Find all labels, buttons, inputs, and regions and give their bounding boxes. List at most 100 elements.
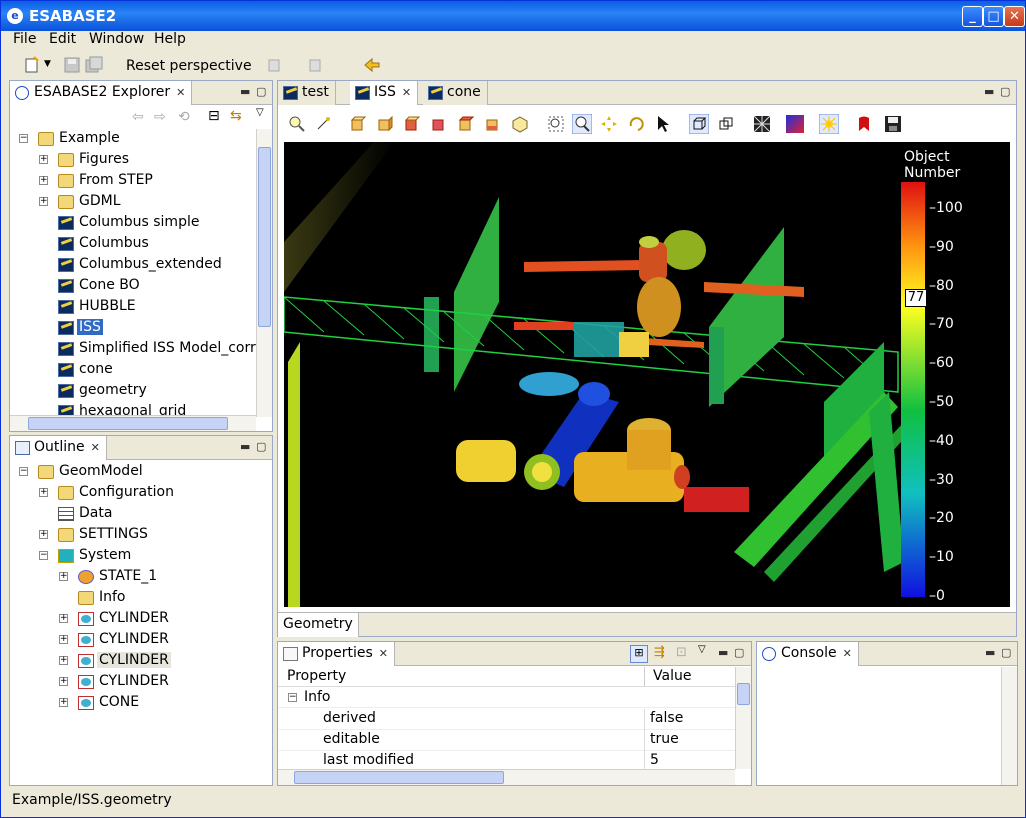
pan-icon[interactable] <box>599 114 619 134</box>
tree-item[interactable]: + From STEP <box>39 171 256 192</box>
show-categories-icon[interactable]: ⊞ <box>630 645 648 663</box>
tree-item[interactable]: − System <box>39 546 272 567</box>
back-nav-icon[interactable] <box>266 56 284 74</box>
view-bottom-icon[interactable] <box>483 114 503 134</box>
view-back-icon[interactable] <box>375 114 395 134</box>
minimize-view-icon[interactable]: ▬ <box>984 85 994 98</box>
tree-item[interactable]: Info <box>59 588 272 609</box>
close-icon[interactable]: ✕ <box>402 86 411 99</box>
tree-item[interactable]: hexagonal_grid <box>39 402 256 415</box>
zoom-fit-icon[interactable] <box>287 114 307 134</box>
property-row[interactable]: derived false <box>278 709 735 730</box>
value-column-header[interactable]: Value <box>653 668 691 684</box>
explorer-hscroll-thumb[interactable] <box>28 417 228 430</box>
tree-item[interactable]: + SETTINGS <box>39 525 272 546</box>
tab-properties[interactable]: Properties ✕ <box>278 642 395 666</box>
3d-viewport[interactable]: Object Number –100 –90 –80 –70 –60 –50 –40 –30 –… <box>284 142 1010 607</box>
tree-item[interactable]: + CYLINDER <box>59 630 272 651</box>
menu-edit[interactable]: Edit <box>49 31 76 47</box>
tree-item[interactable]: HUBBLE <box>39 297 256 318</box>
console-vscrollbar[interactable] <box>1001 667 1017 785</box>
colorbar-value-marker[interactable]: 77 <box>905 289 927 308</box>
property-value[interactable]: false <box>650 710 683 726</box>
show-advanced-icon[interactable]: ⇶ <box>654 645 665 660</box>
property-row[interactable]: last modified 5 December <box>278 751 735 769</box>
forward-arrow-icon[interactable]: ⇨ <box>154 109 166 125</box>
tree-item[interactable]: + CYLINDER <box>59 609 272 630</box>
expand-icon[interactable]: + <box>59 572 68 581</box>
axis-icon[interactable] <box>313 114 333 134</box>
tree-item[interactable]: Columbus <box>39 234 256 255</box>
maximize-view-icon[interactable]: ▢ <box>256 85 266 98</box>
back-arrow-icon[interactable]: ⇦ <box>132 109 144 125</box>
view-menu-icon[interactable]: ▽ <box>256 107 264 118</box>
close-icon[interactable]: ✕ <box>843 647 852 660</box>
view-front-icon[interactable] <box>348 114 368 134</box>
tree-item[interactable]: + GDML <box>39 192 256 213</box>
new-dropdown-icon[interactable]: ▼ <box>44 59 51 69</box>
tree-item[interactable]: + STATE_1 <box>59 567 272 588</box>
maximize-view-icon[interactable]: ▢ <box>734 646 744 659</box>
tree-item[interactable]: + CYLINDER <box>59 672 272 693</box>
collapse-all-icon[interactable]: ⊟ <box>208 108 220 124</box>
tree-item[interactable]: geometry <box>39 381 256 402</box>
expand-icon[interactable]: + <box>39 197 48 206</box>
tree-item[interactable]: − Example <box>19 129 256 150</box>
zoom-icon[interactable] <box>572 114 592 134</box>
close-icon[interactable]: ✕ <box>379 647 388 660</box>
expand-icon[interactable]: + <box>59 677 68 686</box>
maximize-button[interactable]: □ <box>983 6 1004 27</box>
view-top-icon[interactable] <box>456 114 476 134</box>
tree-item[interactable]: + CONE <box>59 693 272 714</box>
properties-vscrollbar[interactable] <box>735 667 751 769</box>
maximize-view-icon[interactable]: ▢ <box>1001 646 1011 659</box>
menu-file[interactable]: File <box>13 31 36 47</box>
zoom-region-icon[interactable] <box>546 114 566 134</box>
expand-icon[interactable]: + <box>39 530 48 539</box>
select-pointer-icon[interactable] <box>653 114 673 134</box>
menu-help[interactable]: Help <box>154 31 186 47</box>
save-all-icon[interactable] <box>85 56 103 74</box>
color-map-icon[interactable] <box>785 114 805 134</box>
restore-default-icon[interactable]: ⊡ <box>676 645 687 660</box>
orthographic-icon[interactable] <box>716 114 736 134</box>
property-column-header[interactable]: Property <box>287 668 346 684</box>
rotate-icon[interactable] <box>626 114 646 134</box>
expand-icon[interactable]: + <box>39 176 48 185</box>
tree-item[interactable]: + Figures <box>39 150 256 171</box>
property-row[interactable]: editable true <box>278 730 735 751</box>
expand-icon[interactable]: + <box>39 155 48 164</box>
view-left-icon[interactable] <box>402 114 422 134</box>
collapse-group-icon[interactable]: − <box>288 693 297 702</box>
tree-item[interactable]: ISS <box>39 318 256 339</box>
mesh-icon[interactable] <box>752 114 772 134</box>
link-editor-icon[interactable]: ⇆ <box>230 108 242 124</box>
property-value[interactable]: 5 December <box>650 752 735 769</box>
menu-window[interactable]: Window <box>89 31 144 47</box>
close-icon[interactable]: ✕ <box>91 441 100 454</box>
expand-icon[interactable]: + <box>59 698 68 707</box>
minimize-view-icon[interactable]: ▬ <box>985 646 995 659</box>
new-icon[interactable] <box>23 56 41 74</box>
explorer-vscrollbar[interactable] <box>256 129 272 417</box>
tree-item[interactable]: + CYLINDER <box>59 651 272 672</box>
perspective-icon[interactable] <box>689 114 709 134</box>
tree-item[interactable]: cone <box>39 360 256 381</box>
collapse-icon[interactable]: − <box>19 467 28 476</box>
explorer-hscrollbar[interactable] <box>10 415 256 431</box>
save-icon[interactable] <box>63 56 81 74</box>
close-icon[interactable]: ✕ <box>176 86 185 99</box>
tree-item[interactable]: Columbus_extended <box>39 255 256 276</box>
tab-iss[interactable]: ISS ✕ <box>350 81 419 105</box>
minimize-view-icon[interactable]: ▬ <box>240 85 250 98</box>
tree-item[interactable]: Simplified ISS Model_correc <box>39 339 256 360</box>
minimize-button[interactable]: _ <box>962 6 983 27</box>
expand-icon[interactable]: + <box>59 614 68 623</box>
light-icon[interactable] <box>819 114 839 134</box>
tab-test[interactable]: test <box>278 81 336 105</box>
tree-item[interactable]: Cone BO <box>39 276 256 297</box>
collapse-icon[interactable]: − <box>19 134 28 143</box>
tree-item[interactable]: − GeomModel <box>19 462 272 483</box>
maximize-view-icon[interactable]: ▢ <box>256 440 266 453</box>
tree-item[interactable]: + Configuration <box>39 483 272 504</box>
